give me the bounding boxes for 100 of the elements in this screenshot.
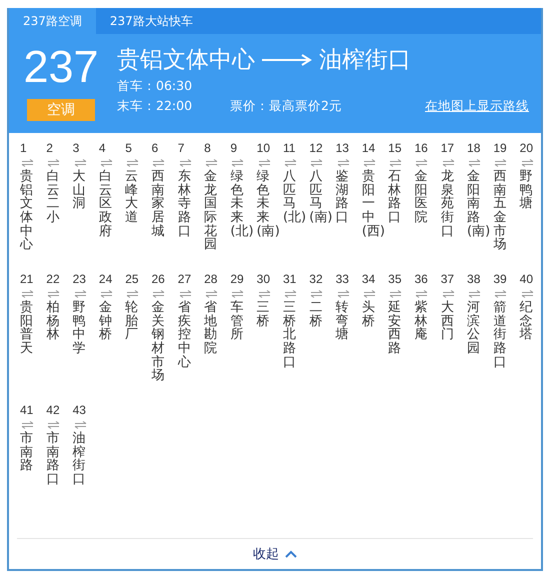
stop-name[interactable]: 三桥 [256, 301, 275, 328]
swap-arrows-icon [415, 159, 428, 167]
origin-stop: 贵铝文体中心 [117, 46, 255, 75]
stop-name[interactable]: 金钟桥 [98, 301, 118, 342]
swap-arrows-icon [520, 290, 534, 298]
swap-arrows-icon [468, 159, 482, 167]
chevron-up-icon [285, 550, 297, 558]
stop-number: 17 [440, 141, 454, 156]
stop-name[interactable]: 西南五金市场 [493, 170, 512, 252]
route-badge: 空调 [27, 99, 95, 121]
stop-number: 28 [204, 272, 218, 287]
stop-name[interactable]: 柏杨林 [46, 301, 64, 342]
stop-name[interactable]: 金关钢材市场 [151, 301, 170, 383]
stop-name[interactable]: 贵铝文体中心 [20, 170, 38, 252]
stop-name[interactable]: 野鸭塘 [520, 170, 538, 211]
swap-arrows-icon [231, 290, 244, 298]
stop-name[interactable]: 轮胎厂 [125, 301, 144, 342]
stop-number: 31 [282, 272, 296, 287]
swap-arrows-icon [362, 290, 376, 298]
stop-name[interactable]: 箭道街路口 [493, 301, 512, 370]
stop-number: 12 [309, 141, 323, 156]
swap-arrows-icon [21, 421, 34, 429]
stop-number: 27 [178, 272, 192, 287]
stop-name[interactable]: 头桥 [362, 301, 380, 328]
stop-name[interactable]: 龙泉苑街口 [440, 170, 459, 238]
swap-arrows-icon [258, 159, 271, 167]
stop-name[interactable]: 市南路 [20, 432, 38, 473]
swap-arrows-icon [415, 290, 428, 298]
stop-name[interactable]: 三桥北路口 [282, 301, 302, 370]
swap-arrows-icon [284, 159, 297, 167]
stop-number: 34 [362, 272, 376, 287]
stop-name[interactable]: 贵阳普天 [20, 301, 38, 356]
first-bus-time: 首车：06:30 [117, 77, 194, 95]
stop-name[interactable]: 白云区政府 [98, 170, 118, 238]
swap-arrows-icon [494, 159, 508, 167]
stop-name[interactable]: 鉴湖路口 [336, 170, 354, 225]
stop-name[interactable]: 转弯塘 [336, 301, 354, 342]
swap-arrows-icon [126, 290, 140, 298]
stop-name[interactable]: 金阳医院 [414, 170, 433, 225]
stop-name[interactable]: 河滨公园 [467, 301, 486, 356]
stop-name[interactable]: 大西门 [440, 301, 459, 342]
stop-number: 35 [388, 272, 402, 287]
stop-name[interactable]: 大山洞 [72, 170, 91, 211]
swap-arrows-icon [310, 159, 324, 167]
destination-stop: 油榨街口 [319, 46, 411, 75]
stop-number: 41 [20, 403, 34, 418]
stop-name[interactable]: 市南路口 [46, 432, 64, 487]
stop-name[interactable]: 野鸭中学 [72, 301, 91, 356]
stop-number: 39 [493, 272, 507, 287]
stop-name[interactable]: 东林寺路口 [178, 170, 196, 238]
stop-number: 10 [256, 141, 270, 156]
stop-name[interactable]: 西南家居城 [151, 170, 170, 238]
swap-arrows-icon [205, 159, 218, 167]
stop-number: 8 [204, 141, 211, 156]
swap-arrows-icon [100, 159, 113, 167]
swap-arrows-icon [178, 290, 192, 298]
stop-name[interactable]: 省疾控中心 [178, 301, 196, 370]
swap-arrows-icon [231, 159, 244, 167]
stop-number: 9 [230, 141, 238, 156]
stop-number: 33 [336, 272, 349, 287]
stop-name[interactable]: 车管所 [230, 301, 249, 342]
stop-name[interactable]: 石林路口 [388, 170, 406, 225]
stop-number: 19 [493, 141, 507, 156]
stop-name[interactable]: 延安西路 [388, 301, 406, 356]
swap-arrows-icon [47, 159, 60, 167]
stop-number: 25 [125, 272, 139, 287]
stop-number: 29 [230, 272, 244, 287]
swap-arrows-icon [494, 290, 508, 298]
stop-number: 24 [98, 272, 112, 287]
swap-arrows-icon [100, 290, 113, 298]
swap-arrows-icon [21, 159, 34, 167]
stop-name[interactable]: 金龙国际花园 [204, 170, 222, 252]
stop-name[interactable]: 云峰大道 [125, 170, 144, 225]
stop-number: 1 [20, 141, 27, 156]
swap-arrows-icon [336, 159, 350, 167]
stop-name[interactable]: 二桥 [309, 301, 328, 328]
swap-arrows-icon [389, 159, 402, 167]
stop-name[interactable]: 省地勘院 [204, 301, 222, 356]
stop-name[interactable]: 紫林庵 [414, 301, 433, 342]
swap-arrows-icon [468, 290, 482, 298]
fare-text: 票价：最高票价2元 [230, 97, 342, 115]
stop-number: 37 [440, 272, 454, 287]
swap-arrows-icon [362, 159, 376, 167]
collapse-button[interactable]: 收起 [253, 545, 297, 563]
last-bus-time: 末车：22:00 [117, 97, 192, 115]
stop-name[interactable]: 白云二小 [46, 170, 64, 225]
stop-number: 4 [98, 141, 106, 156]
stop-number: 30 [256, 272, 270, 287]
stop-number: 42 [46, 403, 60, 418]
stop-number: 26 [151, 272, 165, 287]
stop-number: 32 [309, 272, 323, 287]
stop-number: 20 [520, 141, 533, 156]
swap-arrows-icon [442, 159, 455, 167]
stop-name[interactable]: 油榨街口 [72, 432, 91, 487]
swap-arrows-icon [74, 290, 87, 298]
stop-number: 18 [467, 141, 480, 156]
stop-number: 5 [125, 141, 132, 156]
stop-number: 22 [46, 272, 60, 287]
stop-name[interactable]: 纪念塔 [520, 301, 538, 342]
swap-arrows-icon [310, 290, 324, 298]
